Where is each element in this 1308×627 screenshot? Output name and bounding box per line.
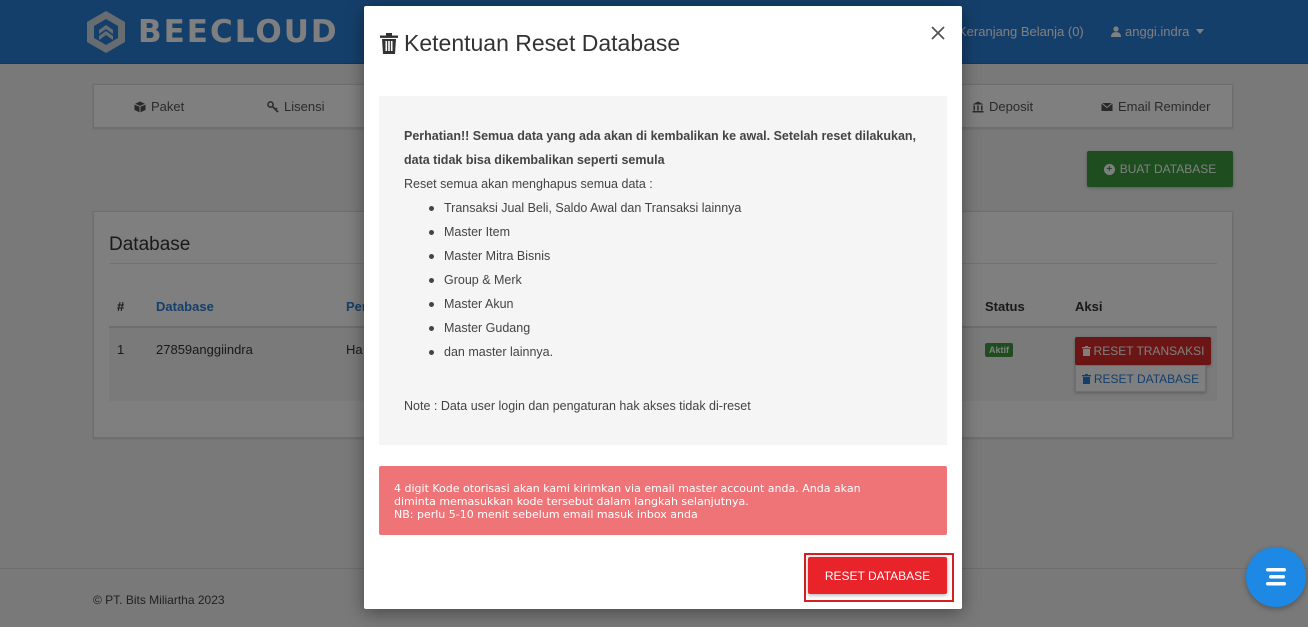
trash-icon bbox=[380, 33, 398, 54]
warning-line-1: Perhatian!! Semua data yang ada akan di … bbox=[404, 129, 917, 143]
reset-info-text: Perhatian!! Semua data yang ada akan di … bbox=[404, 124, 929, 364]
list-item: Master Akun bbox=[429, 292, 929, 316]
list-item: Master Gudang bbox=[429, 316, 929, 340]
alert-line-3: NB: perlu 5-10 menit sebelum email masuk… bbox=[394, 508, 698, 521]
list-item: Transaksi Jual Beli, Saldo Awal dan Tran… bbox=[429, 196, 929, 220]
modal-header: Ketentuan Reset Database bbox=[380, 30, 680, 57]
reset-info-box: Perhatian!! Semua data yang ada akan di … bbox=[379, 96, 947, 445]
reset-database-modal: Ketentuan Reset Database Perhatian!! Sem… bbox=[364, 6, 962, 609]
reset-intro: Reset semua akan menghapus semua data : bbox=[404, 177, 653, 191]
list-item: dan master lainnya. bbox=[429, 340, 929, 364]
authorization-alert: 4 digit Kode otorisasi akan kami kirimka… bbox=[379, 466, 947, 535]
list-item: Master Mitra Bisnis bbox=[429, 244, 929, 268]
alert-line-2: diminta memasukkan kode tersebut dalam l… bbox=[394, 495, 749, 508]
list-item: Group & Merk bbox=[429, 268, 929, 292]
reset-database-button[interactable]: RESET DATABASE bbox=[808, 557, 947, 594]
alert-line-1: 4 digit Kode otorisasi akan kami kirimka… bbox=[394, 482, 861, 495]
reset-note: Note : Data user login dan pengaturan ha… bbox=[404, 399, 751, 413]
chat-icon bbox=[1266, 568, 1286, 586]
reset-items-list: Transaksi Jual Beli, Saldo Awal dan Tran… bbox=[429, 196, 929, 364]
modal-title: Ketentuan Reset Database bbox=[404, 30, 681, 56]
close-icon[interactable] bbox=[929, 24, 947, 42]
warning-line-2: data tidak bisa dikembalikan seperti sem… bbox=[404, 153, 665, 167]
chat-widget-button[interactable] bbox=[1246, 547, 1306, 607]
list-item: Master Item bbox=[429, 220, 929, 244]
